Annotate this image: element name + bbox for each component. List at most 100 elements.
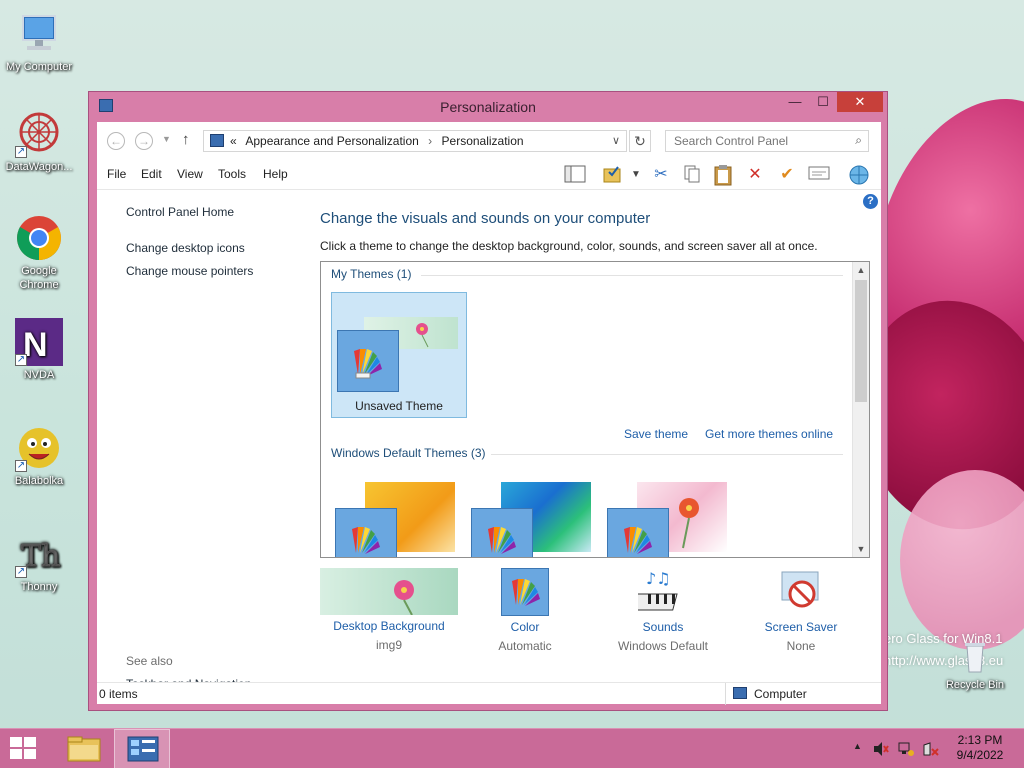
- search-box[interactable]: ⌕: [665, 130, 869, 152]
- desktop-icon-chrome[interactable]: Google Chrome: [0, 214, 78, 292]
- theme-flowers[interactable]: [607, 472, 731, 557]
- minimize-button[interactable]: —: [781, 92, 809, 112]
- action-center-icon[interactable]: [922, 741, 940, 760]
- menu-help[interactable]: Help: [263, 167, 288, 181]
- desktop-background-label: Desktop Background: [333, 619, 445, 633]
- network-icon[interactable]: [897, 741, 915, 760]
- desktop-icon-label: Google Chrome: [19, 265, 59, 291]
- breadcrumb-overflow[interactable]: «: [230, 134, 237, 148]
- chrome-icon: [15, 214, 63, 262]
- clock-date: 9/4/2022: [956, 748, 1004, 762]
- see-also-label: See also: [126, 654, 173, 668]
- breadcrumb: « Appearance and Personalization › Perso…: [230, 134, 530, 148]
- scroll-up-button[interactable]: ▲: [853, 262, 869, 278]
- page-subtitle: Click a theme to change the desktop back…: [320, 239, 818, 253]
- window-client-area: ← → ▼ ↑ « Appearance and Personalization…: [97, 122, 881, 705]
- themes-list[interactable]: My Themes (1) Unsaved Theme Save theme G…: [320, 261, 870, 558]
- color-palette-icon: [471, 508, 533, 557]
- screen-saver-icon: [776, 568, 826, 616]
- checkmark-icon[interactable]: ✔: [776, 164, 798, 186]
- back-button[interactable]: ←: [107, 132, 125, 150]
- color-palette-icon: [337, 330, 399, 392]
- copy-icon[interactable]: [681, 164, 703, 186]
- taskbar-clock[interactable]: 2:13 PM 9/4/2022: [944, 733, 1016, 763]
- desktop-icon-nvda[interactable]: N ↗ NVDA: [0, 318, 78, 382]
- get-more-themes-link[interactable]: Get more themes online: [705, 427, 833, 441]
- color-palette-icon: [607, 508, 669, 557]
- save-theme-link[interactable]: Save theme: [624, 427, 688, 441]
- sounds-icon: ♪♫: [630, 568, 688, 616]
- desktop-icon-thonny[interactable]: Th ↗ Thonny: [0, 530, 78, 594]
- desktop-icon-balabolka[interactable]: ↗ Balabolka: [0, 424, 78, 488]
- page-title: Change the visuals and sounds on your co…: [320, 210, 651, 227]
- nvda-icon: N ↗: [15, 318, 63, 366]
- control-panel-icon: [127, 736, 159, 762]
- breadcrumb-personalization[interactable]: Personalization: [442, 134, 524, 148]
- desktop-icon-datawagon[interactable]: ↗ DataWagon...: [0, 110, 78, 174]
- globe-icon[interactable]: [848, 164, 870, 186]
- default-themes-header[interactable]: Windows Default Themes (3): [331, 446, 486, 460]
- address-row: ← → ▼ ↑ « Appearance and Personalization…: [97, 122, 881, 158]
- change-mouse-pointers-link[interactable]: Change mouse pointers: [126, 264, 253, 278]
- search-input[interactable]: [666, 131, 846, 151]
- computer-icon: [733, 687, 747, 699]
- folder-options-icon[interactable]: [602, 164, 624, 186]
- breadcrumb-appearance[interactable]: Appearance and Personalization: [245, 134, 418, 148]
- layout-pane-icon[interactable]: [564, 164, 586, 186]
- menu-view[interactable]: View: [177, 167, 203, 181]
- taskbar-file-explorer[interactable]: [56, 729, 112, 768]
- chevron-down-icon[interactable]: ▼: [625, 164, 647, 186]
- show-hidden-icons-button[interactable]: ▲: [853, 741, 862, 751]
- forward-button[interactable]: →: [135, 132, 153, 150]
- address-bar[interactable]: « Appearance and Personalization › Perso…: [203, 130, 627, 152]
- color-value: Automatic: [498, 639, 552, 653]
- window-titlebar[interactable]: Personalization — ☐ ✕: [89, 92, 887, 122]
- change-desktop-icons-link[interactable]: Change desktop icons: [126, 241, 245, 255]
- sounds-value: Windows Default: [617, 639, 709, 653]
- refresh-button[interactable]: ↻: [629, 130, 651, 152]
- desktop-icon-label: Recycle Bin: [945, 679, 1005, 691]
- help-icon[interactable]: ?: [863, 194, 878, 209]
- chevron-down-icon[interactable]: ∨: [612, 134, 620, 147]
- thonny-icon: Th ↗: [15, 530, 63, 578]
- sounds-setting[interactable]: ♪♫ Sounds Windows Default: [609, 568, 717, 653]
- cut-icon[interactable]: ✂: [650, 164, 672, 186]
- theme-unsaved[interactable]: Unsaved Theme: [331, 292, 467, 418]
- desktop-icon-label: My Computer: [5, 61, 73, 73]
- scrollbar-thumb[interactable]: [855, 280, 867, 402]
- screen-saver-setting[interactable]: Screen Saver None: [755, 568, 847, 653]
- delete-icon[interactable]: ✕: [744, 164, 766, 186]
- scroll-down-button[interactable]: ▼: [853, 541, 869, 557]
- taskbar-control-panel[interactable]: [114, 729, 170, 768]
- sounds-label: Sounds: [642, 620, 684, 634]
- status-location: Computer: [754, 687, 807, 701]
- theme-windows[interactable]: [335, 472, 459, 557]
- recent-pages-dropdown[interactable]: ▼: [162, 134, 171, 144]
- window-title: Personalization: [440, 99, 536, 115]
- start-button[interactable]: [10, 737, 38, 761]
- desktop-icon-my-computer[interactable]: My Computer: [0, 10, 78, 74]
- properties-icon[interactable]: [808, 164, 830, 186]
- my-themes-header[interactable]: My Themes (1): [331, 267, 411, 281]
- paste-icon[interactable]: [712, 164, 734, 186]
- desktop-background-setting[interactable]: Desktop Background img9: [320, 568, 458, 652]
- breadcrumb-separator[interactable]: ›: [428, 134, 432, 148]
- desktop-icon-label: DataWagon...: [5, 161, 73, 173]
- maximize-button[interactable]: ☐: [809, 92, 837, 112]
- themes-scrollbar[interactable]: ▲ ▼: [852, 262, 869, 557]
- group-divider: [421, 275, 843, 276]
- menu-file[interactable]: File: [107, 167, 126, 181]
- color-setting[interactable]: Color Automatic: [475, 568, 575, 653]
- clock-time: 2:13 PM: [957, 733, 1003, 747]
- theme-lines-and-colors[interactable]: [471, 472, 595, 557]
- menu-toolbar-row: File Edit View Tools Help ▼ ✂ ✕ ✔: [97, 158, 881, 190]
- menu-tools[interactable]: Tools: [218, 167, 246, 181]
- search-icon[interactable]: ⌕: [855, 133, 862, 148]
- volume-muted-icon[interactable]: [872, 741, 890, 760]
- desktop-icon-recycle-bin[interactable]: Recycle Bin: [936, 636, 1014, 692]
- close-button[interactable]: ✕: [837, 92, 883, 112]
- menu-edit[interactable]: Edit: [141, 167, 162, 181]
- balabolka-icon: ↗: [15, 424, 63, 472]
- up-arrow-icon[interactable]: ↑: [182, 131, 190, 148]
- control-panel-home-link[interactable]: Control Panel Home: [126, 205, 234, 219]
